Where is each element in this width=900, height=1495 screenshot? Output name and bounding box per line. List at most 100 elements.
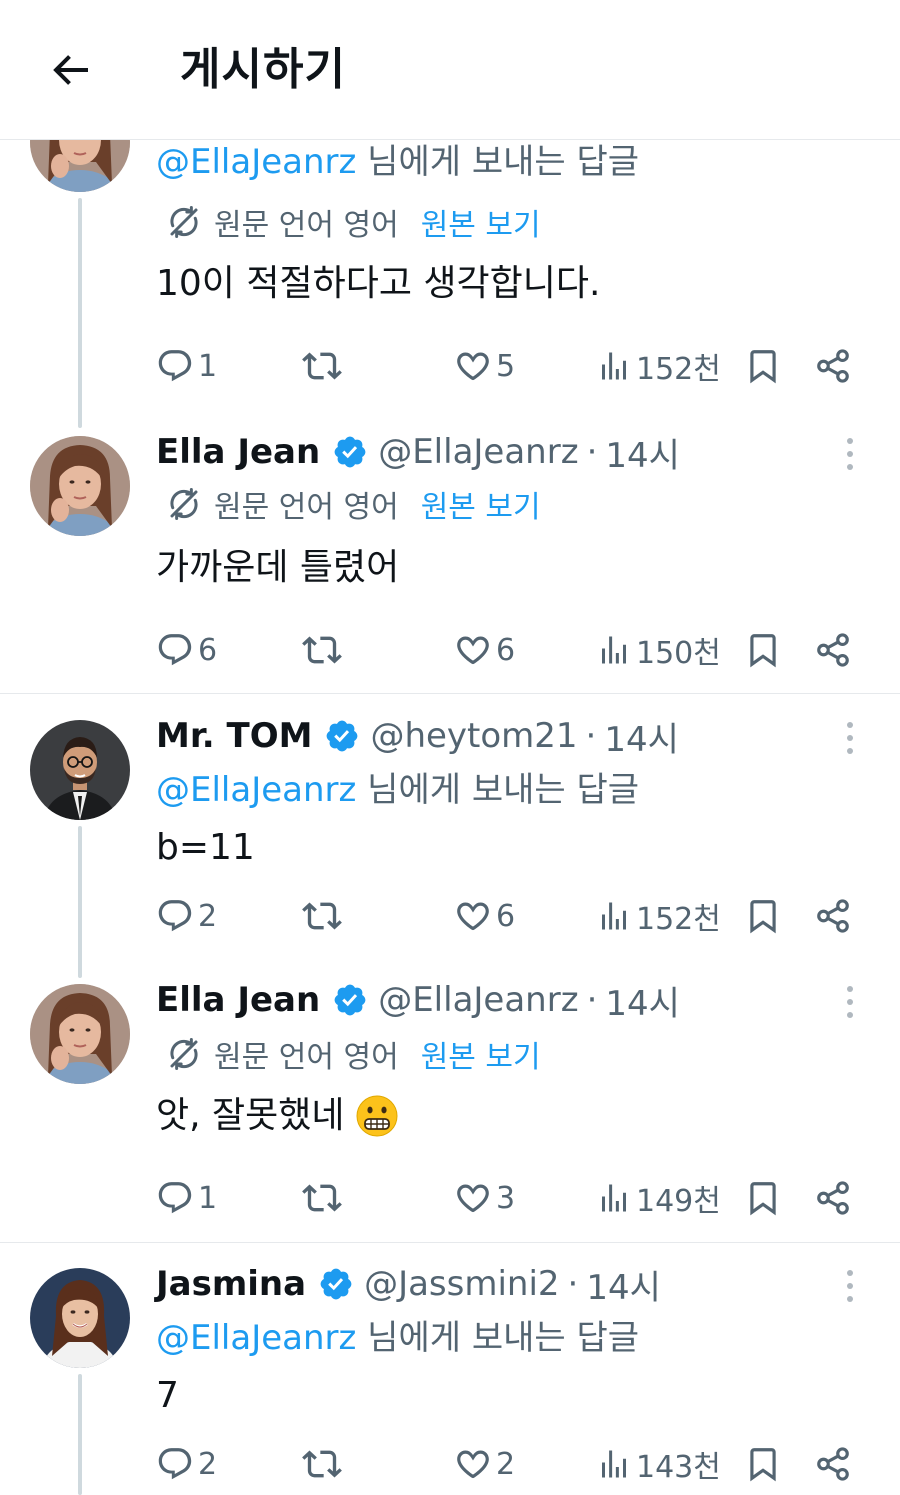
retweet-icon xyxy=(302,1444,342,1484)
more-options-icon[interactable] xyxy=(840,1266,860,1306)
tweet-header: Mr. TOM @heytom21 · 14시 xyxy=(156,712,679,761)
avatar[interactable] xyxy=(30,984,130,1084)
user-handle[interactable]: @EllaJeanrz xyxy=(378,432,578,472)
view-count: 143천 xyxy=(636,1450,721,1485)
heart-icon xyxy=(454,897,492,935)
like-button[interactable]: 6 xyxy=(454,894,515,938)
bookmark-button[interactable] xyxy=(744,1442,782,1486)
reply-button[interactable]: 2 xyxy=(156,894,217,938)
views-icon xyxy=(596,348,632,384)
action-bar: 1 5 152천 xyxy=(156,344,856,388)
retweet-button[interactable] xyxy=(302,1442,342,1486)
bookmark-button[interactable] xyxy=(744,628,782,672)
display-name[interactable]: Ella Jean xyxy=(156,980,320,1020)
bookmark-icon xyxy=(744,631,782,669)
action-bar: 6 6 150천 xyxy=(156,628,856,672)
bookmark-button[interactable] xyxy=(744,894,782,938)
like-button[interactable]: 3 xyxy=(454,1176,515,1220)
top-app-bar: 게시하기 xyxy=(0,0,900,140)
mention-link[interactable]: @EllaJeanrz xyxy=(156,142,356,182)
reply-button[interactable]: 6 xyxy=(156,628,217,672)
share-button[interactable] xyxy=(814,894,852,938)
like-button[interactable]: 5 xyxy=(454,344,515,388)
views-icon xyxy=(596,898,632,934)
bookmark-icon xyxy=(744,1179,782,1217)
heart-icon xyxy=(454,1179,492,1217)
share-button[interactable] xyxy=(814,344,852,388)
more-options-icon[interactable] xyxy=(840,718,860,758)
display-name[interactable]: Ella Jean xyxy=(156,432,320,472)
translate-icon xyxy=(166,486,202,522)
views-button[interactable]: 143천 xyxy=(596,1442,721,1486)
action-bar: 1 3 149천 xyxy=(156,1176,856,1220)
tweet[interactable]: Jasmina @Jassmini2 · 14시 @EllaJeanrz 님에게… xyxy=(0,1262,900,1495)
translation-notice: 원문 언어 영어 원본 보기 xyxy=(166,482,541,526)
avatar[interactable] xyxy=(30,436,130,536)
verified-badge-icon xyxy=(324,718,360,754)
views-button[interactable]: 152천 xyxy=(596,344,721,388)
retweet-icon xyxy=(302,896,342,936)
like-count: 6 xyxy=(496,632,516,668)
reply-to-line: @EllaJeanrz 님에게 보내는 답글 xyxy=(156,142,640,182)
reply-icon xyxy=(156,631,194,669)
retweet-button[interactable] xyxy=(302,894,342,938)
reply-count: 1 xyxy=(198,348,218,384)
more-options-icon[interactable] xyxy=(840,982,860,1022)
share-button[interactable] xyxy=(814,1176,852,1220)
share-button[interactable] xyxy=(814,1442,852,1486)
avatar[interactable] xyxy=(30,720,130,820)
verified-badge-icon xyxy=(332,982,368,1018)
share-icon xyxy=(814,1179,852,1217)
timestamp[interactable]: 14시 xyxy=(605,428,680,477)
timestamp[interactable]: 14시 xyxy=(586,1260,661,1309)
show-original-link[interactable]: 원본 보기 xyxy=(421,482,541,526)
heart-icon xyxy=(454,1445,492,1483)
heart-icon xyxy=(454,631,492,669)
user-handle[interactable]: @heytom21 xyxy=(370,716,577,756)
tweet[interactable]: Ella Jean @EllaJeanrz · 14시 원문 언어 영어 원본 … xyxy=(0,430,900,692)
action-bar: 2 6 152천 xyxy=(156,894,856,938)
avatar[interactable] xyxy=(30,1268,130,1368)
user-handle[interactable]: @Jassmini2 xyxy=(364,1264,559,1304)
grimacing-face-emoji-icon xyxy=(356,1095,397,1137)
timestamp[interactable]: 14시 xyxy=(605,976,680,1025)
share-icon xyxy=(814,631,852,669)
back-button[interactable] xyxy=(40,40,100,100)
show-original-link[interactable]: 원본 보기 xyxy=(421,1032,541,1076)
reply-button[interactable]: 1 xyxy=(156,344,217,388)
retweet-icon xyxy=(302,346,342,386)
display-name[interactable]: Mr. TOM xyxy=(156,716,312,756)
retweet-button[interactable] xyxy=(302,1176,342,1220)
retweet-icon xyxy=(302,630,342,670)
bookmark-button[interactable] xyxy=(744,1176,782,1220)
display-name[interactable]: Jasmina xyxy=(156,1264,306,1304)
timestamp[interactable]: 14시 xyxy=(604,712,679,761)
more-options-icon[interactable] xyxy=(840,434,860,474)
views-button[interactable]: 149천 xyxy=(596,1176,721,1220)
retweet-button[interactable] xyxy=(302,344,342,388)
tweet[interactable]: Ella Jean @EllaJeanrz · 14시 원문 언어 영어 원본 … xyxy=(0,978,900,1240)
like-button[interactable]: 2 xyxy=(454,1442,515,1486)
heart-icon xyxy=(454,347,492,385)
views-button[interactable]: 150천 xyxy=(596,628,721,672)
reply-to-line: @EllaJeanrz 님에게 보내는 답글 xyxy=(156,1318,640,1358)
tweet[interactable]: Mr. TOM @heytom21 · 14시 @EllaJeanrz 님에게 … xyxy=(0,712,900,978)
views-icon xyxy=(596,1180,632,1216)
show-original-link[interactable]: 원본 보기 xyxy=(421,200,541,244)
view-count: 152천 xyxy=(636,352,721,387)
views-button[interactable]: 152천 xyxy=(596,894,721,938)
share-icon xyxy=(814,897,852,935)
bookmark-button[interactable] xyxy=(744,344,782,388)
retweet-button[interactable] xyxy=(302,628,342,672)
tweet-header: Ella Jean @EllaJeanrz · 14시 xyxy=(156,976,680,1025)
reply-button[interactable]: 2 xyxy=(156,1442,217,1486)
mention-link[interactable]: @EllaJeanrz xyxy=(156,770,356,810)
user-handle[interactable]: @EllaJeanrz xyxy=(378,980,578,1020)
share-button[interactable] xyxy=(814,628,852,672)
reply-count: 2 xyxy=(198,1446,218,1482)
bookmark-icon xyxy=(744,347,782,385)
reply-button[interactable]: 1 xyxy=(156,1176,217,1220)
mention-link[interactable]: @EllaJeanrz xyxy=(156,1318,356,1358)
like-button[interactable]: 6 xyxy=(454,628,515,672)
reply-icon xyxy=(156,1179,194,1217)
